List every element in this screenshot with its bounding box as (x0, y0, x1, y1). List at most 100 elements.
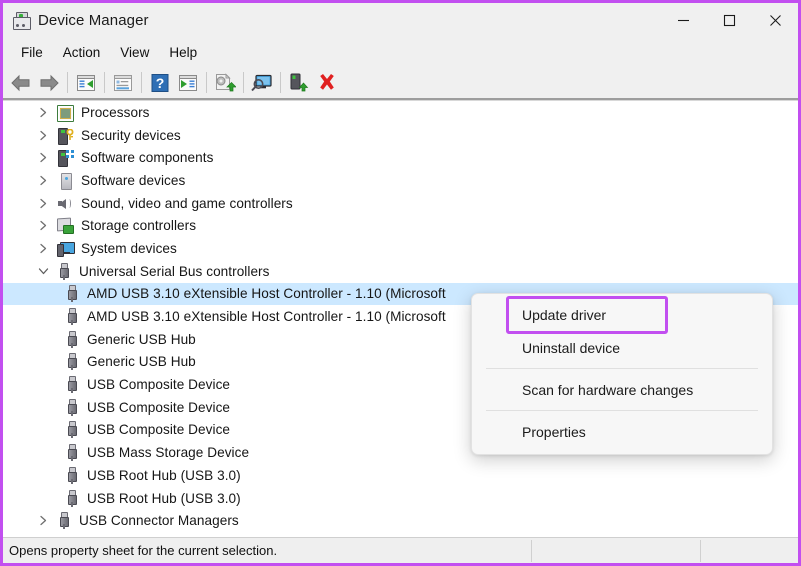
tree-row-label: USB Composite Device (87, 377, 231, 393)
back-button[interactable] (7, 69, 35, 97)
close-button[interactable] (752, 3, 798, 38)
usb-icon (63, 421, 80, 439)
toolbar-separator-2 (104, 72, 105, 93)
context-menu-separator-1 (486, 368, 758, 369)
tree-row-sound-video-game-controllers[interactable]: Sound, video and game controllers (3, 192, 798, 215)
sound-device-icon (57, 195, 74, 212)
tree-row-universal-serial-bus-controllers[interactable]: Universal Serial Bus controllers (3, 260, 798, 283)
usb-icon (55, 262, 72, 280)
update-driver-menu-item[interactable]: Update driver (472, 298, 772, 331)
usb-icon (63, 376, 80, 394)
tree-row-processors[interactable]: Processors (3, 101, 798, 124)
toolbar-separator-3 (141, 72, 142, 93)
tree-row-system-devices[interactable]: System devices (3, 237, 798, 260)
usb-icon (63, 353, 80, 371)
tree-row-usb-root-hub-1[interactable]: USB Root Hub (USB 3.0) (3, 464, 798, 487)
menu-file[interactable]: File (11, 42, 53, 63)
tree-row-label: Generic USB Hub (87, 331, 196, 347)
show-hide-console-tree-button[interactable] (72, 69, 100, 97)
tree-row-label: Storage controllers (81, 218, 197, 234)
uninstall-device-button[interactable] (313, 69, 341, 97)
chevron-right-icon[interactable] (37, 242, 50, 255)
tree-row-label: Universal Serial Bus controllers (79, 263, 270, 279)
tree-row-label: AMD USB 3.10 eXtensible Host Controller … (87, 309, 446, 325)
status-bar-divider-1 (531, 540, 532, 562)
properties-button[interactable] (109, 69, 137, 97)
scan-for-hardware-changes-menu-item[interactable]: Scan for hardware changes (472, 373, 772, 406)
tree-row-usb-root-hub-2[interactable]: USB Root Hub (USB 3.0) (3, 487, 798, 510)
status-bar-text: Opens property sheet for the current sel… (9, 543, 278, 558)
uninstall-device-menu-item[interactable]: Uninstall device (472, 331, 772, 364)
device-manager-icon (12, 11, 31, 30)
tree-row-software-components[interactable]: Software components (3, 146, 798, 169)
context-menu-item-label: Uninstall device (522, 339, 621, 356)
window-title: Device Manager (38, 12, 149, 29)
tree-row-label: USB Connector Managers (79, 513, 239, 529)
tree-row-security-devices[interactable]: Security devices (3, 124, 798, 147)
chevron-right-icon[interactable] (37, 129, 50, 142)
tree-row-label: Software components (81, 150, 214, 166)
usb-icon (63, 330, 80, 348)
usb-icon (63, 398, 80, 416)
tree-row-label: Sound, video and game controllers (81, 195, 293, 211)
usb-icon (63, 308, 80, 326)
update-driver-button[interactable] (211, 69, 239, 97)
chevron-right-icon[interactable] (37, 106, 50, 119)
usb-icon (63, 466, 80, 484)
show-hide-action-pane-button[interactable] (174, 69, 202, 97)
usb-icon (63, 489, 80, 507)
usb-icon (63, 285, 80, 303)
storage-controller-icon (57, 217, 74, 235)
scan-for-hardware-changes-button[interactable] (248, 69, 276, 97)
context-menu-item-label: Properties (522, 423, 586, 440)
tree-row-label: USB Root Hub (USB 3.0) (87, 490, 241, 506)
menu-bar: File Action View Help (3, 38, 798, 66)
chevron-right-icon[interactable] (37, 514, 50, 527)
tree-row-software-devices[interactable]: Software devices (3, 169, 798, 192)
chevron-down-icon[interactable] (37, 265, 50, 278)
chevron-right-icon[interactable] (37, 151, 50, 164)
svg-text:?: ? (156, 75, 165, 91)
chevron-right-icon[interactable] (37, 174, 50, 187)
device-manager-window: Device Manager File Action View Help ? P… (0, 0, 801, 566)
toolbar-separator-4 (206, 72, 207, 93)
context-menu-separator-2 (486, 410, 758, 411)
menu-action[interactable]: Action (53, 42, 111, 63)
tree-row-usb-connector-managers[interactable]: USB Connector Managers (3, 509, 798, 532)
enable-device-button[interactable] (285, 69, 313, 97)
tree-row-label: USB Composite Device (87, 422, 231, 438)
toolbar-separator-1 (67, 72, 68, 93)
context-menu-item-label: Scan for hardware changes (522, 381, 694, 398)
maximize-button[interactable] (706, 3, 752, 38)
forward-button[interactable] (35, 69, 63, 97)
usb-icon (55, 512, 72, 530)
status-bar-divider-2 (700, 540, 701, 562)
context-menu: Update driver Uninstall device Scan for … (471, 293, 773, 455)
tree-row-storage-controllers[interactable]: Storage controllers (3, 214, 798, 237)
security-device-icon (57, 127, 74, 145)
tree-row-label: Generic USB Hub (87, 354, 196, 370)
minimize-button[interactable] (660, 3, 706, 38)
processor-icon (57, 104, 74, 122)
tree-row-label: Processors (81, 104, 150, 120)
window-controls (660, 3, 798, 38)
chevron-right-icon[interactable] (37, 197, 50, 210)
help-button[interactable]: ? (146, 69, 174, 97)
toolbar-separator-5 (243, 72, 244, 93)
properties-menu-item[interactable]: Properties (472, 415, 772, 448)
tree-row-label: Security devices (81, 127, 181, 143)
tree-row-label: USB Root Hub (USB 3.0) (87, 467, 241, 483)
title-bar: Device Manager (3, 3, 798, 38)
tree-row-label: AMD USB 3.10 eXtensible Host Controller … (87, 286, 446, 302)
usb-icon (63, 444, 80, 462)
menu-help[interactable]: Help (159, 42, 207, 63)
tree-row-label: Software devices (81, 172, 186, 188)
tree-row-label: USB Mass Storage Device (87, 445, 250, 461)
status-bar: Opens property sheet for the current sel… (3, 537, 798, 563)
software-device-icon (57, 172, 74, 190)
chevron-right-icon[interactable] (37, 219, 50, 232)
system-device-icon (57, 240, 75, 257)
menu-view[interactable]: View (110, 42, 159, 63)
toolbar: ? (3, 66, 798, 99)
tree-row-label: System devices (81, 240, 177, 256)
